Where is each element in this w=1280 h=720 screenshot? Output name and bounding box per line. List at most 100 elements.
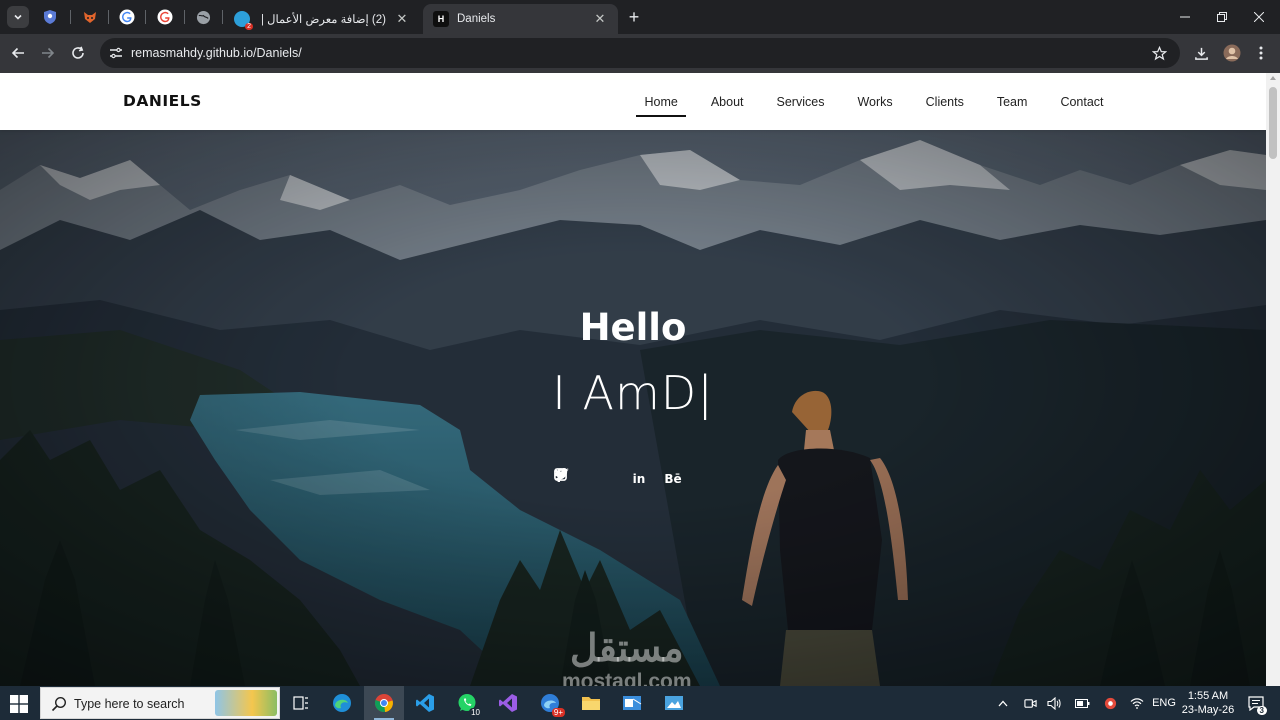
edge-unread-badge: 9+ (551, 708, 565, 717)
watermark-latin: mostaql.com (562, 670, 692, 686)
tab-title: (2) إضافة معرض الأعمال | مستقل (258, 14, 386, 26)
close-icon[interactable]: ✕ (592, 11, 608, 27)
tray-volume[interactable] (1044, 686, 1064, 720)
restore-icon (1217, 12, 1227, 22)
hero-social-links: in Bē (554, 468, 724, 490)
daniels-favicon-icon: H (433, 11, 449, 27)
google-icon (157, 9, 173, 25)
tray-overflow-button[interactable] (994, 686, 1012, 720)
image-editor-icon (665, 696, 683, 710)
mostaql-favicon-icon: 2 (234, 11, 253, 30)
search-icon (51, 696, 67, 712)
close-icon[interactable]: ✕ (394, 11, 410, 27)
tab-search-button[interactable] (7, 6, 29, 28)
new-tab-button[interactable]: + (624, 7, 644, 27)
nav-link-home[interactable]: Home (628, 73, 694, 130)
download-icon (1194, 47, 1208, 60)
tray-battery[interactable] (1072, 686, 1092, 720)
page-scrollbar[interactable] (1266, 73, 1280, 686)
folder-icon (582, 697, 600, 710)
downloads-button[interactable] (1190, 42, 1212, 64)
taskbar-paint[interactable] (654, 686, 694, 720)
browser-menu-button[interactable] (1250, 42, 1272, 64)
pinned-tab-google[interactable] (117, 7, 137, 27)
tray-wifi[interactable] (1127, 686, 1147, 720)
nav-link-clients[interactable]: Clients (909, 73, 980, 130)
forward-button[interactable] (36, 41, 60, 65)
globe-icon (196, 10, 210, 24)
search-placeholder: Type here to search (74, 697, 185, 711)
tray-meet-now[interactable] (1020, 686, 1040, 720)
close-window-button[interactable] (1240, 0, 1278, 34)
tab-notification-badge: 2 (245, 23, 253, 30)
taskbar-whatsapp[interactable]: 10 (447, 686, 487, 720)
site-brand-logo[interactable]: DANIELS (123, 92, 202, 110)
bookmark-star-icon[interactable] (1150, 44, 1168, 62)
volume-icon (1047, 696, 1061, 710)
site-menu: Home About Services Works Clients Team Contact (628, 73, 1120, 130)
twitter-icon[interactable] (554, 468, 622, 490)
tray-app-status[interactable] (1100, 686, 1120, 720)
taskbar-file-explorer[interactable] (571, 686, 611, 720)
tab-separator (70, 10, 71, 24)
taskbar-outlook[interactable] (612, 686, 652, 720)
google-icon (119, 9, 135, 25)
watermark-arabic: مستقل (569, 628, 684, 670)
linkedin-icon[interactable]: in (622, 468, 656, 490)
address-bar[interactable]: remasmahdy.github.io/Daniels/ (100, 38, 1180, 68)
scroll-up-arrow-icon[interactable] (1270, 76, 1276, 80)
nav-link-contact[interactable]: Contact (1044, 73, 1120, 130)
close-icon (1254, 12, 1264, 22)
edge-icon (333, 694, 351, 712)
battery-icon (1074, 698, 1089, 708)
arrow-left-icon (11, 47, 24, 59)
pinned-tab-google-2[interactable] (155, 7, 175, 27)
notification-count-badge: 3 (1256, 706, 1267, 715)
taskbar-visual-studio[interactable] (488, 686, 528, 720)
tab-mostaql[interactable]: 2 (2) إضافة معرض الأعمال | مستقل ✕ (224, 4, 420, 34)
scrollbar-thumb[interactable] (1269, 87, 1277, 159)
chrome-icon (374, 694, 393, 713)
minimize-icon (1180, 16, 1190, 18)
mail-icon (623, 696, 642, 710)
visual-studio-icon (499, 694, 517, 712)
nav-link-services[interactable]: Services (760, 73, 841, 130)
tray-clock[interactable]: 1:55 AM 23-May-26 (1178, 689, 1238, 717)
wifi-icon (1130, 698, 1144, 709)
nav-link-team[interactable]: Team (980, 73, 1044, 130)
taskbar-edge-profile[interactable]: 9+ (530, 686, 570, 720)
hero-typed-text: I AmD| (0, 366, 1266, 420)
back-button[interactable] (6, 41, 30, 65)
tab-daniels[interactable]: H Daniels ✕ (423, 4, 618, 34)
maximize-button[interactable] (1203, 0, 1241, 34)
profile-avatar[interactable] (1221, 42, 1243, 64)
url-text[interactable]: remasmahdy.github.io/Daniels/ (131, 46, 302, 60)
minimize-button[interactable] (1166, 0, 1204, 34)
browser-tab-strip: 2 (2) إضافة معرض الأعمال | مستقل ✕ H Dan… (0, 0, 1280, 34)
task-view-button[interactable] (281, 686, 321, 720)
behance-icon[interactable]: Bē (656, 468, 690, 490)
pinned-tab-globe[interactable] (193, 7, 213, 27)
pinned-tab-shield[interactable] (40, 7, 60, 27)
pinned-tab-extension[interactable] (80, 7, 100, 27)
site-navbar: DANIELS Home About Services Works Clients Tea… (0, 73, 1266, 130)
task-view-icon (293, 696, 308, 710)
hero-section: Hello I AmD| in Bē مستقل mostaql.com (0, 130, 1266, 686)
windows-start-icon[interactable] (10, 695, 28, 713)
site-info-icon[interactable] (108, 45, 124, 61)
tray-language[interactable]: ENG (1150, 686, 1178, 720)
instagram-icon[interactable] (554, 468, 724, 490)
taskbar-search-box[interactable]: Type here to search (40, 687, 280, 719)
nav-link-about[interactable]: About (694, 73, 760, 130)
reload-button[interactable] (66, 41, 90, 65)
hero-greeting: Hello (579, 306, 687, 349)
taskbar-vscode[interactable] (405, 686, 445, 720)
nav-link-works[interactable]: Works (841, 73, 909, 130)
vscode-icon (416, 694, 434, 712)
avatar-icon (1223, 44, 1241, 62)
clock-time: 1:55 AM (1187, 690, 1229, 702)
record-icon (1104, 697, 1116, 709)
notification-center-button[interactable]: 3 (1242, 686, 1270, 720)
taskbar-chrome[interactable] (364, 686, 404, 720)
taskbar-edge[interactable] (322, 686, 362, 720)
